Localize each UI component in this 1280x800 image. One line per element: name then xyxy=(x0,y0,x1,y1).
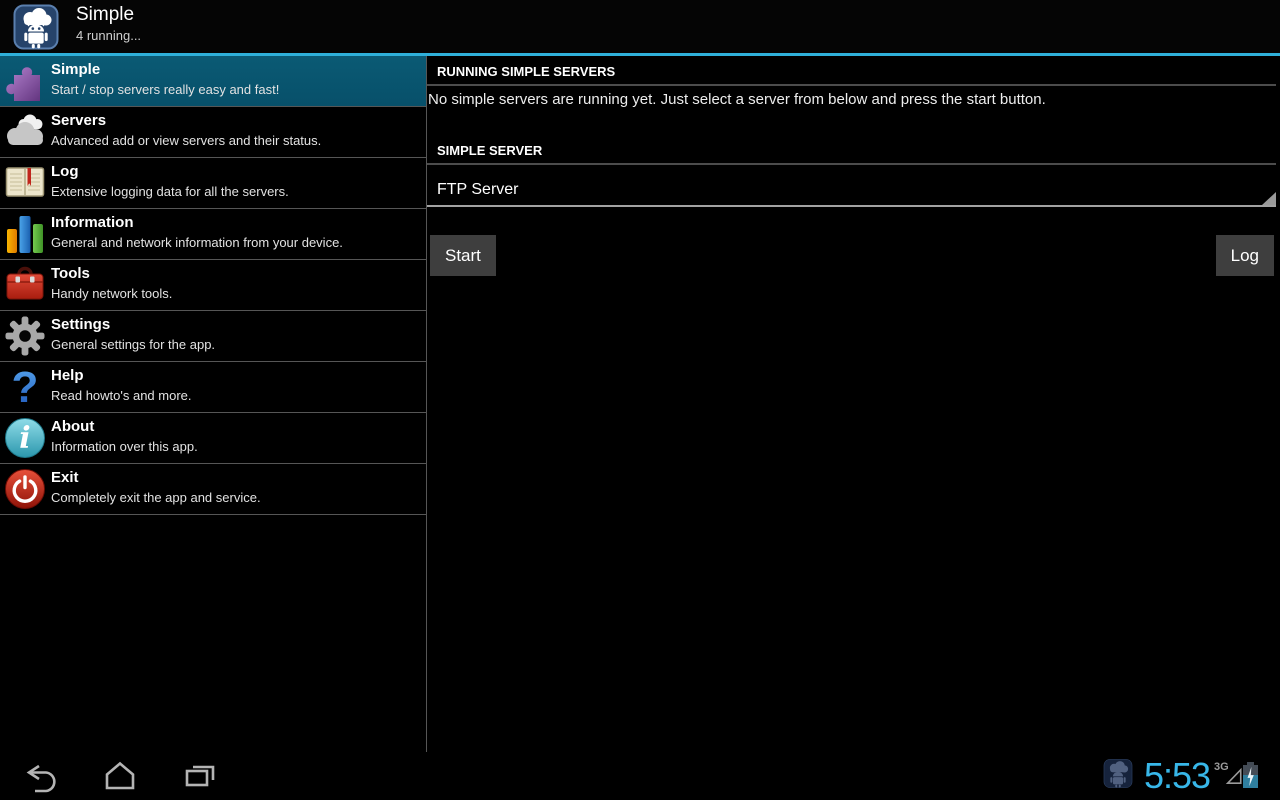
sidebar-item-description: General settings for the app. xyxy=(51,335,422,355)
sidebar-item-settings[interactable]: Settings General settings for the app. xyxy=(0,311,426,362)
svg-text:?: ? xyxy=(12,366,39,408)
sidebar-item-about[interactable]: i About Information over this app. xyxy=(0,413,426,464)
start-button[interactable]: Start xyxy=(430,235,496,276)
sidebar-item-label: Help xyxy=(51,365,422,386)
sidebar-item-description: Completely exit the app and service. xyxy=(51,488,422,508)
sidebar-item-label: Exit xyxy=(51,467,422,488)
sidebar-item-description: Read howto's and more. xyxy=(51,386,422,406)
home-button[interactable] xyxy=(102,758,138,794)
system-nav-bar: 5:53 3G xyxy=(0,752,1280,800)
back-button[interactable] xyxy=(22,758,58,794)
bar-chart-icon xyxy=(4,213,46,255)
sidebar-item-log[interactable]: Log Extensive logging data for all the s… xyxy=(0,158,426,209)
sidebar-item-description: Advanced add or view servers and their s… xyxy=(51,131,422,151)
cloud-android-icon xyxy=(13,4,59,50)
sidebar-item-information[interactable]: Information General and network informat… xyxy=(0,209,426,260)
svg-text:i: i xyxy=(19,421,30,456)
notebook-icon xyxy=(4,162,46,204)
sidebar-menu: Simple Start / stop servers really easy … xyxy=(0,56,427,752)
sidebar-item-description: Extensive logging data for all the serve… xyxy=(51,182,422,202)
lightning-bolt-icon xyxy=(1243,765,1258,788)
info-icon: i xyxy=(4,417,46,459)
no-servers-message: No simple servers are running yet. Just … xyxy=(428,91,1276,108)
sidebar-item-exit[interactable]: Exit Completely exit the app and service… xyxy=(0,464,426,515)
sidebar-item-label: Information xyxy=(51,212,422,233)
sidebar-item-label: About xyxy=(51,416,422,437)
app-subtitle: 4 running... xyxy=(76,28,141,43)
sidebar-item-label: Log xyxy=(51,161,422,182)
server-select-value: FTP Server xyxy=(437,181,519,198)
sidebar-item-description: General and network information from you… xyxy=(51,233,422,253)
toolbox-icon xyxy=(4,264,46,306)
gear-icon xyxy=(4,315,46,357)
running-servers-header: RUNNING SIMPLE SERVERS xyxy=(427,56,1276,86)
cloud-android-dim-icon[interactable] xyxy=(1103,757,1133,790)
sidebar-item-description: Information over this app. xyxy=(51,437,422,457)
tablet-screen: Simple 4 running... Simple Start / stop … xyxy=(0,0,1280,800)
sidebar-item-label: Simple xyxy=(51,59,422,80)
sidebar-item-help[interactable]: ? Help Read howto's and more. xyxy=(0,362,426,413)
recents-button[interactable] xyxy=(182,758,218,794)
signal-strength-icon xyxy=(1225,766,1243,786)
simple-server-header: SIMPLE SERVER xyxy=(427,135,1276,165)
battery-body xyxy=(1243,765,1258,788)
clouds-icon xyxy=(4,111,46,153)
sidebar-item-tools[interactable]: Tools Handy network tools. xyxy=(0,260,426,311)
content-panel: RUNNING SIMPLE SERVERS No simple servers… xyxy=(427,56,1280,752)
sidebar-item-label: Settings xyxy=(51,314,422,335)
sidebar-item-servers[interactable]: Servers Advanced add or view servers and… xyxy=(0,107,426,158)
server-select[interactable]: FTP Server xyxy=(427,174,1276,207)
button-row: Start Log xyxy=(427,235,1280,276)
sidebar-item-description: Start / stop servers really easy and fas… xyxy=(51,80,422,100)
action-bar: Simple 4 running... xyxy=(0,0,1280,53)
log-button[interactable]: Log xyxy=(1216,235,1274,276)
battery-charging-icon xyxy=(1243,762,1258,788)
sidebar-item-description: Handy network tools. xyxy=(51,284,422,304)
app-title: Simple xyxy=(76,4,134,26)
sidebar-item-simple[interactable]: Simple Start / stop servers really easy … xyxy=(0,56,426,107)
power-icon xyxy=(4,468,46,510)
puzzle-icon xyxy=(4,60,46,102)
question-icon: ? xyxy=(4,366,46,408)
status-clock: 5:53 xyxy=(1144,755,1208,797)
dropdown-caret-icon xyxy=(1262,192,1276,205)
sidebar-item-label: Tools xyxy=(51,263,422,284)
sidebar-item-label: Servers xyxy=(51,110,422,131)
